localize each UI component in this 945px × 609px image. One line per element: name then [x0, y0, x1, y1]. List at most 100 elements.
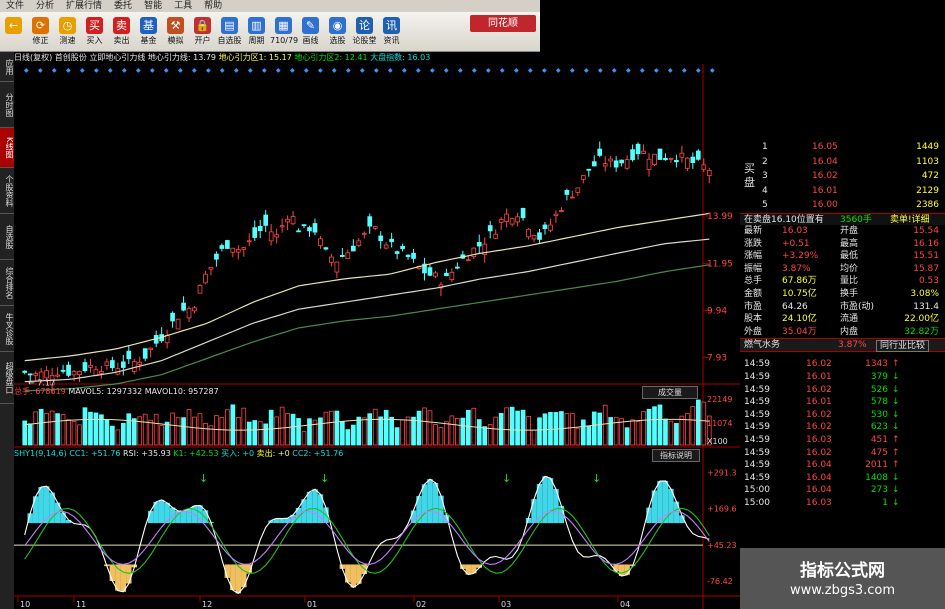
- left-tab-2[interactable]: K线图: [0, 128, 14, 168]
- x-axis-label: 01: [307, 600, 317, 609]
- volume-bar: [142, 413, 148, 446]
- price-axis-label: 11.95: [707, 260, 733, 270]
- order-volume: 2129: [916, 185, 939, 196]
- toolbar-button-12[interactable]: ◉ 选股: [324, 12, 351, 51]
- signal-marker: ◆: [262, 67, 267, 74]
- indicator-market: 大盘指数: 16.03: [370, 53, 431, 62]
- signal-marker: ◆: [192, 67, 197, 74]
- down-arrow-icon: ↓: [892, 397, 900, 408]
- toolbar-button-13[interactable]: 论论股堂: [351, 12, 378, 51]
- kline-chart-svg[interactable]: ◆ ◆ ◆ ◆ ◆ ◆ ◆ ◆ ◆ ◆ ◆ ◆ ◆ ◆ ◆ ◆ ◆ ◆ ◆ ◆ ◆ ◆ ◆ ◆ ◆ ◆ ◆ ◆ ◆ ◆ ◆ ◆ ◆ ◆ ◆ ◆ ◆ ◆ ◆ ◆…: [14, 64, 740, 609]
- candle-body: [570, 196, 575, 199]
- volume-bar: [192, 416, 197, 446]
- volume-bar: [148, 419, 154, 446]
- order-level: 3: [762, 171, 768, 181]
- tick-time: 15:00: [744, 485, 770, 496]
- volume-bar: [690, 406, 696, 446]
- tick-price: 16.04: [806, 485, 832, 496]
- volume-bar: [531, 429, 537, 446]
- tick-volume: 2011: [865, 460, 888, 471]
- left-tab-3[interactable]: 个股资料: [0, 168, 14, 214]
- order-book: 1 16.05 1449 2 16.04 1103 3 16.02 472 4 16.01 2129 5…: [740, 140, 945, 213]
- tick-price: 16.03: [806, 435, 832, 445]
- menu-item-4[interactable]: 智能: [138, 0, 168, 12]
- menu-item-6[interactable]: 帮助: [198, 0, 228, 12]
- toolbar-button-9[interactable]: ▥ 周期: [243, 12, 270, 51]
- volume-bar: [93, 412, 99, 446]
- volume-bar: [110, 425, 115, 446]
- menu-item-5[interactable]: 工具: [168, 0, 198, 12]
- toolbar-button-4[interactable]: 卖卖出: [108, 12, 135, 51]
- tick-row: 14:59 16.03 451 ↑: [740, 434, 945, 447]
- volume-bar: [438, 427, 444, 446]
- order-book-row: 4 16.01 2129: [740, 184, 945, 199]
- sector-compare-button[interactable]: 同行业比较: [876, 340, 930, 353]
- tick-time: 14:59: [744, 472, 770, 483]
- candle-body: [641, 150, 646, 154]
- volume-bar: [411, 416, 416, 446]
- order-level: 2: [762, 156, 768, 167]
- candle-body: [537, 232, 542, 240]
- tick-price: 16.04: [806, 472, 832, 483]
- order-level: 4: [762, 185, 768, 196]
- candle-body: [290, 216, 296, 225]
- left-tab-4[interactable]: 自选股: [0, 214, 14, 260]
- candle-body: [444, 272, 449, 277]
- up-arrow-icon: ↑: [892, 359, 900, 370]
- left-tab-7[interactable]: 超级盘口: [0, 352, 14, 404]
- toolbar-label: 论股堂: [352, 36, 377, 45]
- toolbar-button-7[interactable]: 🔒 开户: [189, 12, 216, 51]
- candle-body: [531, 234, 537, 240]
- quote-value: 15.51: [913, 251, 939, 262]
- signal-marker: ◆: [304, 67, 309, 74]
- x-axis-label: 11: [76, 600, 86, 609]
- menu-item-1[interactable]: 分析: [30, 0, 60, 12]
- toolbar-button-6[interactable]: ⚒ 模拟: [162, 12, 189, 51]
- toolbar-label: 测速: [59, 36, 76, 45]
- candle-body: [449, 271, 455, 280]
- toolbar-button-8[interactable]: ▤ 自选股: [216, 12, 243, 51]
- candle-body: [509, 218, 515, 225]
- indicator-axis-label: +291.3: [707, 468, 737, 477]
- indicator-help-button[interactable]: 指标说明: [652, 449, 700, 462]
- toolbar-button-10[interactable]: ▦ 710/79: [270, 12, 298, 51]
- toolbar-button-0[interactable]: ←: [0, 12, 27, 51]
- candle-body: [44, 370, 49, 379]
- candle-body: [367, 216, 373, 227]
- tick-time: 14:59: [744, 397, 770, 408]
- candle-body: [60, 369, 66, 372]
- volume-bar: [60, 414, 66, 446]
- volume-bar: [367, 413, 373, 446]
- buy-icon: 买: [86, 17, 103, 34]
- toolbar-button-1[interactable]: ⟳ 修正: [27, 12, 54, 51]
- signal-marker: ◆: [486, 67, 491, 74]
- chart-area[interactable]: ◆ ◆ ◆ ◆ ◆ ◆ ◆ ◆ ◆ ◆ ◆ ◆ ◆ ◆ ◆ ◆ ◆ ◆ ◆ ◆ ◆ ◆ ◆ ◆ ◆ ◆ ◆ ◆ ◆ ◆ ◆ ◆ ◆ ◆ ◆ ◆ ◆ ◆ ◆ ◆…: [14, 64, 740, 609]
- tick-time: 14:59: [744, 372, 770, 383]
- signal-marker: ◆: [94, 67, 99, 74]
- candle-body: [27, 373, 33, 376]
- menu-item-0[interactable]: 文件: [0, 0, 30, 12]
- left-tab-1[interactable]: 分时图: [0, 82, 14, 128]
- volume-bar: [515, 410, 520, 446]
- candle-body: [575, 187, 581, 193]
- left-tab-6[interactable]: 牛叉诊股: [0, 306, 14, 352]
- volume-type-button[interactable]: 成交量: [642, 386, 698, 399]
- left-tab-5[interactable]: 综合排名: [0, 260, 14, 306]
- candle-body: [613, 160, 619, 168]
- toolbar-button-11[interactable]: ✎ 画线: [297, 12, 324, 51]
- toolbar-button-2[interactable]: ◷ 测速: [54, 12, 81, 51]
- quote-row: 涨跌 +0.51 最高 16.16: [740, 238, 945, 251]
- menu-item-3[interactable]: 委托: [108, 0, 138, 12]
- volume-bar: [126, 413, 132, 446]
- signal-marker: ◆: [458, 67, 463, 74]
- indicator-zone2: 地心引力区2: 12.41: [294, 53, 368, 62]
- toolbar-button-14[interactable]: 讯资讯: [378, 12, 405, 51]
- menu-item-2[interactable]: 扩展行情: [60, 0, 108, 12]
- toolbar-button-3[interactable]: 买买入: [81, 12, 108, 51]
- toolbar-label: 卖出: [113, 36, 130, 45]
- toolbar-button-5[interactable]: 基基金: [135, 12, 162, 51]
- left-tab-0[interactable]: 应用: [0, 52, 14, 82]
- volume-bar: [252, 420, 258, 446]
- order-price: 16.02: [812, 171, 838, 181]
- tick-list[interactable]: 14:59 16.02 1343 ↑ 14:59 16.01 379 ↓ 14:59 16.02 5…: [740, 358, 945, 509]
